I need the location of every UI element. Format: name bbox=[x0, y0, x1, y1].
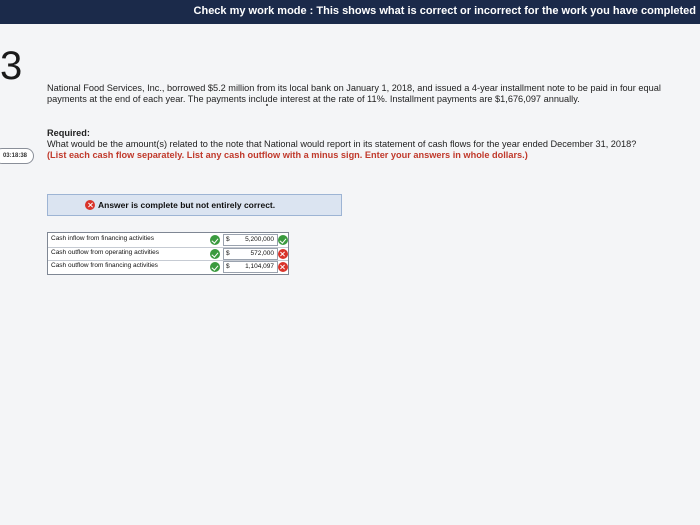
required-label: Required: bbox=[47, 128, 90, 138]
answer-table: Cash inflow from financing activities $ … bbox=[47, 232, 289, 275]
instruction-text: (List each cash flow separately. List an… bbox=[47, 150, 528, 160]
row-label[interactable]: Cash outflow from operating activities bbox=[51, 249, 159, 256]
amount-input[interactable]: $ 1,104,097 bbox=[223, 261, 278, 273]
question-number: 3 bbox=[0, 44, 23, 88]
table-row: Cash outflow from financing activities $… bbox=[48, 260, 288, 273]
check-circle-icon bbox=[210, 262, 220, 272]
answer-status-banner: Answer is complete but not entirely corr… bbox=[47, 194, 342, 216]
currency-symbol: $ bbox=[226, 236, 230, 243]
question-text: What would be the amount(s) related to t… bbox=[47, 139, 637, 149]
timer-badge: 03:18:38 bbox=[0, 148, 34, 164]
cross-circle-icon bbox=[278, 249, 288, 259]
check-mode-text: Check my work mode : This shows what is … bbox=[193, 5, 696, 17]
amount-value: 1,104,097 bbox=[245, 263, 274, 270]
table-row: Cash inflow from financing activities $ … bbox=[48, 234, 288, 247]
row-label[interactable]: Cash outflow from financing activities bbox=[51, 262, 158, 269]
problem-statement: National Food Services, Inc., borrowed $… bbox=[47, 83, 661, 104]
row-label[interactable]: Cash inflow from financing activities bbox=[51, 235, 154, 242]
mode-header-bar: Check my work mode : This shows what is … bbox=[0, 0, 700, 24]
question-page: 3 03:18:38 National Food Services, Inc.,… bbox=[0, 24, 700, 525]
amount-input[interactable]: $ 572,000 bbox=[223, 248, 278, 260]
currency-symbol: $ bbox=[226, 250, 230, 257]
cross-circle-icon bbox=[85, 200, 95, 210]
answer-status-text: Answer is complete but not entirely corr… bbox=[98, 200, 276, 210]
required-question: What would be the amount(s) related to t… bbox=[47, 139, 647, 161]
amount-value: 5,200,000 bbox=[245, 236, 274, 243]
check-circle-icon bbox=[210, 235, 220, 245]
check-circle-icon bbox=[210, 249, 220, 259]
amount-value: 572,000 bbox=[250, 250, 275, 257]
cross-circle-icon bbox=[278, 262, 288, 272]
check-circle-icon bbox=[278, 235, 288, 245]
amount-input[interactable]: $ 5,200,000 bbox=[223, 234, 278, 246]
table-row: Cash outflow from operating activities $… bbox=[48, 247, 288, 260]
cursor-dot bbox=[266, 104, 268, 106]
currency-symbol: $ bbox=[226, 263, 230, 270]
